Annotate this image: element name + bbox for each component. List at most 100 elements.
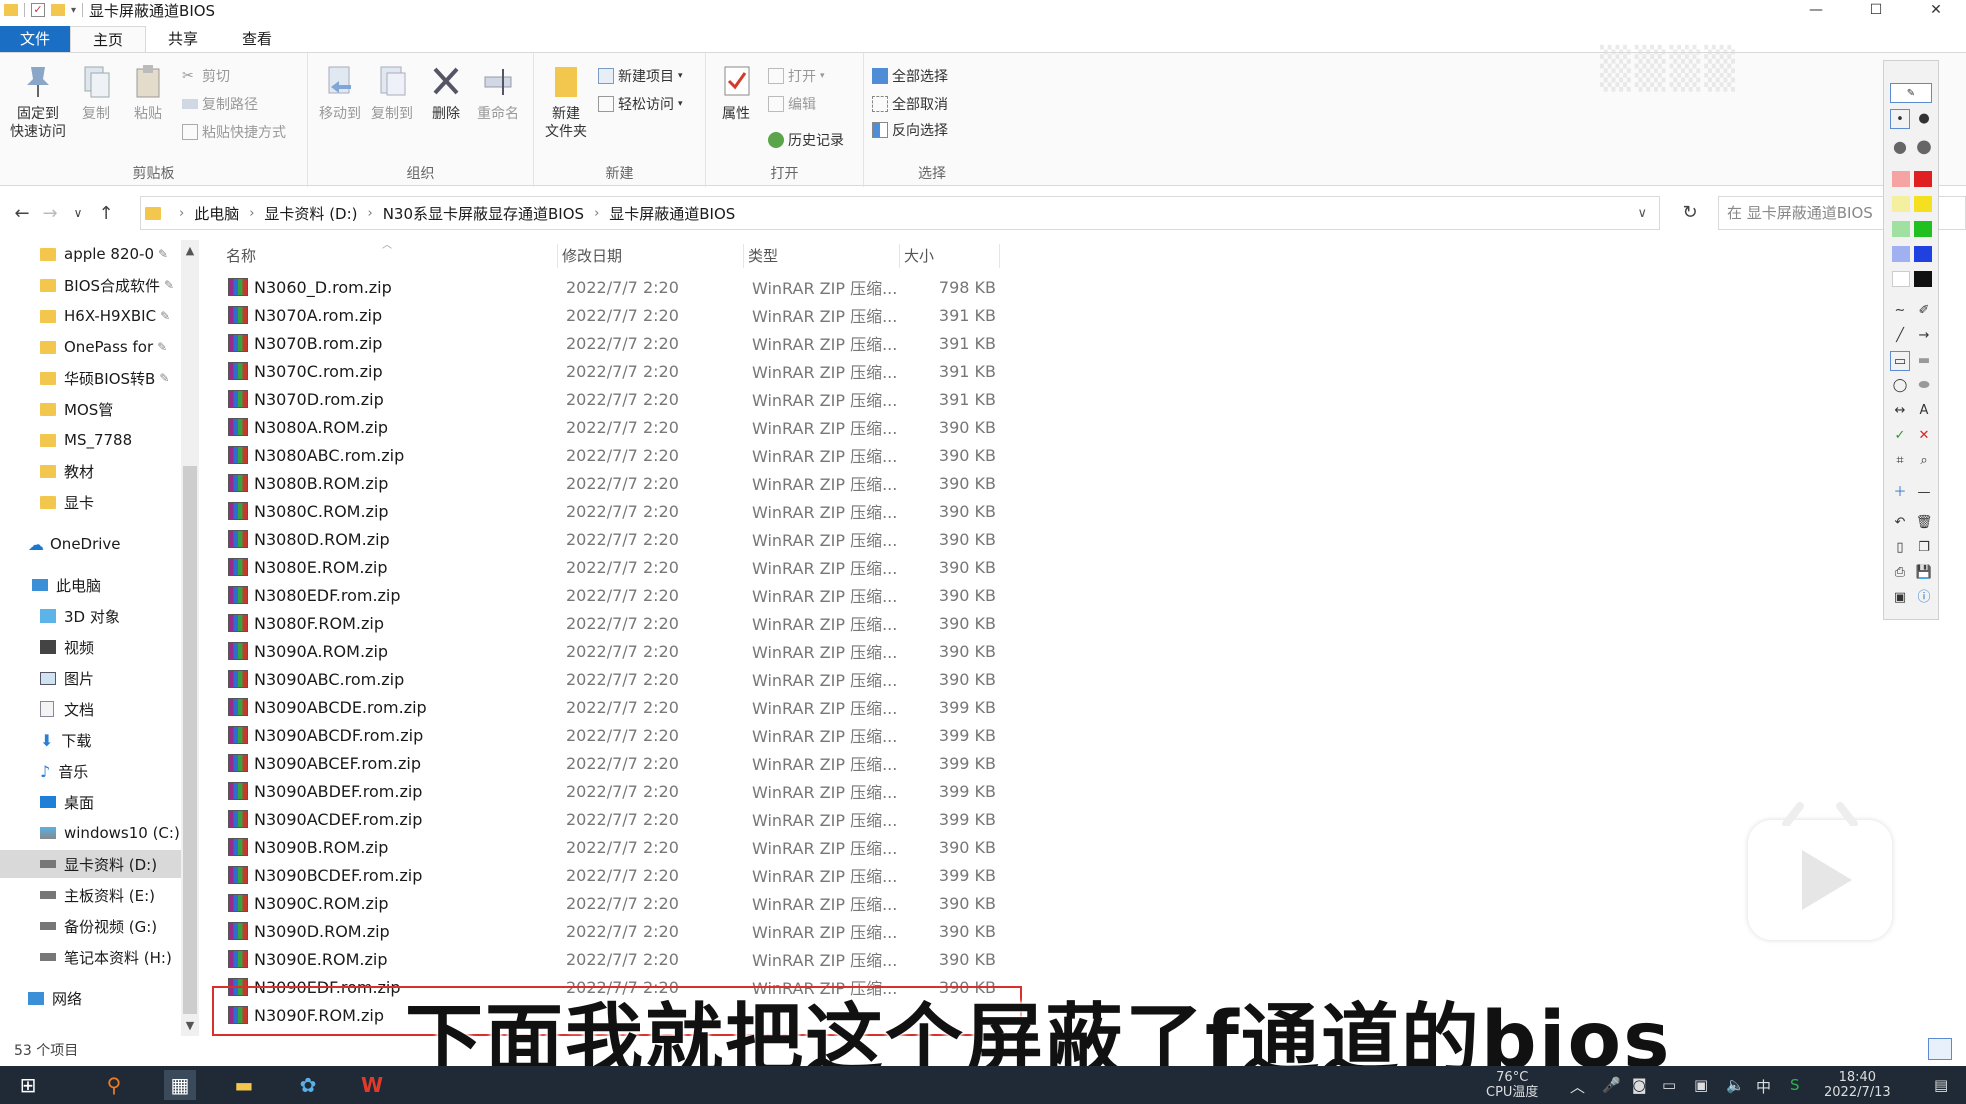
file-name-cell[interactable]: N3090C.ROM.zip <box>222 894 566 913</box>
pin-quick-access-button[interactable]: 固定到 快速访问 <box>8 63 68 141</box>
file-name-cell[interactable]: N3090ABCDF.rom.zip <box>222 726 566 745</box>
scroll-up-icon[interactable]: ▲ <box>181 244 199 257</box>
sidebar-scrollbar[interactable]: ▲ ▼ <box>181 240 199 1036</box>
sidebar-item-documents[interactable]: 文档 <box>0 695 182 723</box>
close-button[interactable]: ✕ <box>1906 0 1966 20</box>
file-row[interactable]: N3090ABCEF.rom.zip 2022/7/7 2:20 WinRAR ZI… <box>222 749 1002 777</box>
file-row[interactable]: N3090B.ROM.zip 2022/7/7 2:20 WinRAR ZIP 压缩… <box>222 833 1002 861</box>
pen-mode-button[interactable]: ✎ <box>1890 83 1932 103</box>
file-row[interactable]: N3080C.ROM.zip 2022/7/7 2:20 WinRAR ZIP 压缩… <box>222 497 1002 525</box>
address-bar[interactable]: › 此电脑 › 显卡资料 (D:) › N30系显卡屏蔽显存通道BIOS › 显… <box>140 196 1660 230</box>
highlighter-icon[interactable]: ✐ <box>1914 301 1934 321</box>
file-name-cell[interactable]: N3080D.ROM.zip <box>222 530 566 549</box>
sidebar-item-quick-2[interactable]: H6X-H9XBIC ✎ <box>0 302 182 330</box>
color-swatch-light-yellow[interactable] <box>1892 196 1910 212</box>
save-icon[interactable]: 💾 <box>1914 563 1934 583</box>
file-row[interactable]: N3090E.ROM.zip 2022/7/7 2:20 WinRAR ZIP 压缩… <box>222 945 1002 973</box>
file-name-cell[interactable]: N3080E.ROM.zip <box>222 558 566 577</box>
file-name-cell[interactable]: N3090ABCDE.rom.zip <box>222 698 566 717</box>
dot-large-icon[interactable]: ● <box>1890 137 1910 157</box>
sidebar-item-quick-6[interactable]: MS_7788 <box>0 426 182 454</box>
file-row[interactable]: N3070B.rom.zip 2022/7/7 2:20 WinRAR ZIP 压缩… <box>222 329 1002 357</box>
file-row[interactable]: N3090ACDEF.rom.zip 2022/7/7 2:20 WinRAR ZI… <box>222 805 1002 833</box>
select-all-button[interactable]: 全部选择 <box>872 65 948 87</box>
battery-icon[interactable]: ▭ <box>1662 1076 1676 1094</box>
app-tray-icon[interactable]: S <box>1790 1076 1800 1094</box>
dot-xlarge-icon[interactable]: ● <box>1914 137 1934 157</box>
file-name-cell[interactable]: N3080C.ROM.zip <box>222 502 566 521</box>
clock[interactable]: 18:40 2022/7/13 <box>1824 1070 1891 1100</box>
file-name-cell[interactable]: N3090E.ROM.zip <box>222 950 566 969</box>
select-none-button[interactable]: 全部取消 <box>872 93 948 115</box>
notification-icon[interactable]: ▤ <box>1934 1076 1948 1094</box>
info-icon[interactable]: ⓘ <box>1914 588 1934 608</box>
filled-rectangle-icon[interactable]: ▬ <box>1914 351 1934 371</box>
move-to-button[interactable]: 移动到 <box>314 63 366 123</box>
color-swatch-red[interactable] <box>1914 171 1932 187</box>
file-row[interactable]: N3070C.rom.zip 2022/7/7 2:20 WinRAR ZIP 压缩… <box>222 357 1002 385</box>
copy-to-button[interactable]: 复制到 <box>366 63 418 123</box>
sidebar-item-pictures[interactable]: 图片 <box>0 664 182 692</box>
trash-icon[interactable]: 🗑 <box>1914 513 1934 533</box>
file-name-cell[interactable]: N3070D.rom.zip <box>222 390 566 409</box>
properties-check-icon[interactable]: ✓ <box>31 3 45 17</box>
file-row[interactable]: N3080B.ROM.zip 2022/7/7 2:20 WinRAR ZIP 压缩… <box>222 469 1002 497</box>
file-explorer-icon[interactable]: ▬ <box>228 1070 260 1100</box>
file-row[interactable]: N3090A.ROM.zip 2022/7/7 2:20 WinRAR ZIP 压缩… <box>222 637 1002 665</box>
file-row[interactable]: N3090D.ROM.zip 2022/7/7 2:20 WinRAR ZIP 压缩… <box>222 917 1002 945</box>
file-row[interactable]: N3080D.ROM.zip 2022/7/7 2:20 WinRAR ZIP 压缩… <box>222 525 1002 553</box>
easy-access-button[interactable]: 轻松访问 ▾ <box>598 93 683 115</box>
back-arrow-icon[interactable]: ← <box>8 203 36 224</box>
copy-button[interactable]: 复制 <box>70 63 122 123</box>
sidebar-item-drive-e[interactable]: 主板资料 (E:) <box>0 881 182 909</box>
chevron-right-icon[interactable]: › <box>368 206 373 221</box>
new-page-icon[interactable]: ▯ <box>1890 538 1910 558</box>
view-toggle-icon[interactable] <box>1928 1038 1952 1060</box>
crop-icon[interactable]: ⌗ <box>1890 451 1910 471</box>
color-swatch-green[interactable] <box>1914 221 1932 237</box>
scrollbar-thumb[interactable] <box>183 466 197 1014</box>
sidebar-item-quick-5[interactable]: MOS管 <box>0 395 182 423</box>
filled-ellipse-icon[interactable]: ⬬ <box>1914 376 1934 396</box>
copy-page-icon[interactable]: ❐ <box>1914 538 1934 558</box>
file-row[interactable]: N3080E.ROM.zip 2022/7/7 2:20 WinRAR ZIP 压缩… <box>222 553 1002 581</box>
color-swatch-light-red[interactable] <box>1892 171 1910 187</box>
color-swatch-light-blue[interactable] <box>1892 246 1910 262</box>
file-row[interactable]: N3090ABCDF.rom.zip 2022/7/7 2:20 WinRAR ZI… <box>222 721 1002 749</box>
file-name-cell[interactable]: N3090B.ROM.zip <box>222 838 566 857</box>
edit-button[interactable]: 编辑 <box>768 93 816 115</box>
dot-small-icon[interactable]: • <box>1890 109 1910 129</box>
sidebar-item-drive-h[interactable]: 笔记本资料 (H:) <box>0 943 182 971</box>
up-arrow-icon[interactable]: ↑ <box>92 203 120 224</box>
scroll-down-icon[interactable]: ▼ <box>181 1019 199 1032</box>
recent-dropdown-icon[interactable]: ∨ <box>64 206 92 220</box>
chevron-right-icon[interactable]: › <box>249 206 254 221</box>
cut-button[interactable]: ✂ 剪切 <box>182 65 230 87</box>
breadcrumb-this-pc[interactable]: 此电脑 <box>194 203 239 224</box>
tab-view[interactable]: 查看 <box>220 26 294 52</box>
zoom-icon[interactable]: ⌕ <box>1914 451 1934 471</box>
file-name-cell[interactable]: N3070B.rom.zip <box>222 334 566 353</box>
windows-start-icon[interactable]: ⊞ <box>12 1070 44 1100</box>
file-name-cell[interactable]: N3080F.ROM.zip <box>222 614 566 633</box>
file-name-cell[interactable]: N3080A.ROM.zip <box>222 418 566 437</box>
dot-medium-icon[interactable]: ● <box>1914 109 1934 129</box>
properties-button[interactable]: 属性 <box>710 63 762 123</box>
file-row[interactable]: N3090ABDEF.rom.zip 2022/7/7 2:20 WinRAR ZI… <box>222 777 1002 805</box>
sidebar-item-onedrive[interactable]: ☁ OneDrive <box>0 530 182 558</box>
sidebar-item-quick-4[interactable]: 华硕BIOS转B ✎ <box>0 364 182 392</box>
color-swatch-light-green[interactable] <box>1892 221 1910 237</box>
file-name-cell[interactable]: N3090ACDEF.rom.zip <box>222 810 566 829</box>
freehand-icon[interactable]: ∼ <box>1890 301 1910 321</box>
plus-icon[interactable]: ＋ <box>1890 483 1910 503</box>
color-swatch-black[interactable] <box>1914 271 1932 287</box>
breadcrumb-n30-folder[interactable]: N30系显卡屏蔽显存通道BIOS <box>383 203 584 224</box>
sidebar-item-quick-0[interactable]: apple 820-0 ✎ <box>0 240 182 268</box>
paint-icon[interactable]: ✿ <box>292 1070 324 1100</box>
file-name-cell[interactable]: N3090ABC.rom.zip <box>222 670 566 689</box>
file-name-cell[interactable]: N3080EDF.rom.zip <box>222 586 566 605</box>
image-icon[interactable]: ▣ <box>1890 588 1910 608</box>
file-name-cell[interactable]: N3090D.ROM.zip <box>222 922 566 941</box>
sidebar-item-this-pc[interactable]: 此电脑 <box>0 571 182 599</box>
file-row[interactable]: N3070A.rom.zip 2022/7/7 2:20 WinRAR ZIP 压缩… <box>222 301 1002 329</box>
